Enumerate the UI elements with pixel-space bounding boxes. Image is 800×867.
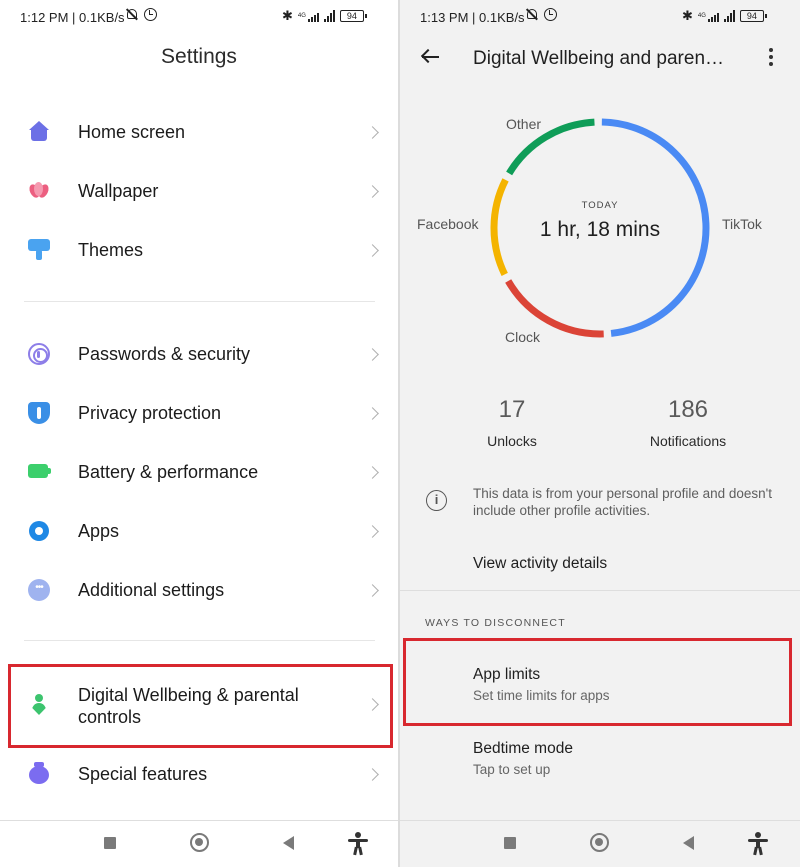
navigation-bar (0, 820, 398, 867)
shield-icon (28, 402, 50, 424)
notifications-count: 186 (667, 396, 709, 423)
network-type: 4G (697, 13, 706, 19)
segment-label-clock: Clock (505, 329, 541, 345)
chevron-right-icon (366, 125, 379, 139)
settings-item-home-screen[interactable]: Home screen (0, 103, 398, 161)
status-bar: 1:12 PM | 0.1KB/s ✱ 4G 94 (0, 0, 398, 34)
chevron-right-icon (366, 347, 379, 361)
status-time: 1:12 PM | 0.1KB/s (20, 10, 125, 25)
chevron-right-icon (366, 184, 379, 198)
bluetooth-icon: ✱ (682, 8, 693, 23)
total-screen-time: 1 hr, 18 mins (539, 218, 661, 241)
back-button[interactable] (283, 836, 294, 850)
settings-item-wallpaper[interactable]: Wallpaper (0, 162, 398, 220)
signal-icon-2 (323, 10, 335, 22)
back-button[interactable] (683, 836, 694, 850)
settings-item-label: Passwords & security (78, 343, 251, 364)
view-activity-details-link[interactable]: View activity details (473, 555, 607, 573)
accessibility-icon[interactable] (748, 832, 768, 856)
signal-icon-2 (723, 10, 735, 22)
battery-indicator: 94 (739, 10, 767, 22)
bedtime-mode-subtitle: Tap to set up (473, 762, 551, 777)
status-time: 1:13 PM | 0.1KB/s (420, 10, 525, 25)
highlight-box (403, 638, 792, 726)
navigation-bar (400, 820, 800, 867)
chevron-right-icon (366, 406, 379, 420)
status-left-icons (125, 8, 157, 21)
section-divider (24, 301, 375, 302)
settings-item-privacy-protection[interactable]: Privacy protection (0, 384, 398, 442)
more-dots-icon (28, 579, 50, 601)
bedtime-mode-row[interactable]: Bedtime mode Tap to set up (400, 728, 800, 792)
settings-item-label: Additional settings (78, 579, 225, 600)
settings-item-battery-performance[interactable]: Battery & performance (0, 443, 398, 501)
settings-item-passwords-security[interactable]: Passwords & security (0, 325, 398, 383)
settings-item-label: Battery & performance (78, 461, 259, 482)
alarm-icon (144, 8, 157, 21)
page-title: Settings (161, 45, 237, 68)
highlight-box (8, 664, 393, 748)
page-title: Digital Wellbeing and paren… (473, 48, 725, 69)
segment-label-other: Other (506, 116, 542, 132)
settings-item-label: Privacy protection (78, 402, 222, 423)
settings-screen: 1:12 PM | 0.1KB/s ✱ 4G 94 Settings Home … (0, 0, 398, 867)
recents-button[interactable] (104, 837, 116, 849)
alarm-icon (544, 8, 557, 21)
chevron-right-icon (366, 465, 379, 479)
signal-icon (307, 10, 319, 22)
fingerprint-icon (28, 343, 50, 365)
digital-wellbeing-screen: 1:13 PM | 0.1KB/s ✱ 4G 94 Digital Wellbe… (400, 0, 800, 867)
settings-item-additional-settings[interactable]: Additional settings (0, 561, 398, 619)
settings-item-themes[interactable]: Themes (0, 221, 398, 279)
chevron-right-icon (366, 583, 379, 597)
themes-icon (28, 239, 50, 261)
settings-item-label: Apps (78, 520, 120, 541)
recents-button[interactable] (504, 837, 516, 849)
network-type: 4G (297, 13, 306, 19)
donut-segment-clock[interactable] (505, 279, 604, 338)
bedtime-mode-title: Bedtime mode (473, 740, 573, 757)
more-options-icon[interactable] (768, 48, 774, 68)
bluetooth-icon: ✱ (282, 8, 293, 23)
mute-icon (525, 8, 539, 21)
settings-item-label: Wallpaper (78, 180, 159, 201)
signal-icon (707, 10, 719, 22)
settings-item-label: Themes (78, 239, 144, 260)
special-features-icon (28, 762, 50, 784)
profile-info-text: This data is from your personal profile … (473, 486, 772, 518)
section-divider (24, 640, 375, 641)
settings-item-apps[interactable]: Apps (0, 502, 398, 560)
status-left-icons (525, 8, 557, 21)
info-icon: i (426, 490, 447, 511)
accessibility-icon[interactable] (348, 832, 368, 856)
gear-icon (28, 520, 50, 542)
status-bar: 1:13 PM | 0.1KB/s ✱ 4G 94 (400, 0, 800, 34)
section-divider (400, 590, 800, 591)
status-right-icons: ✱ 4G 94 (282, 8, 367, 24)
home-icon (28, 121, 50, 143)
chevron-right-icon (366, 524, 379, 538)
today-label: TODAY (581, 200, 619, 211)
status-right-icons: ✱ 4G 94 (682, 8, 767, 24)
wallpaper-icon (27, 180, 51, 202)
chevron-right-icon (366, 767, 379, 781)
settings-item-label: Home screen (78, 121, 186, 142)
unlocks-count: 17 (498, 396, 526, 423)
chevron-right-icon (366, 243, 379, 257)
section-header: WAYS TO DISCONNECT (425, 617, 566, 629)
mute-icon (125, 8, 139, 21)
notifications-label: Notifications (649, 433, 727, 449)
battery-icon (28, 460, 51, 482)
home-button[interactable] (590, 833, 609, 852)
back-arrow-icon[interactable] (420, 47, 440, 67)
app-bar: Digital Wellbeing and paren… (400, 34, 800, 84)
battery-indicator: 94 (339, 10, 367, 22)
unlocks-label: Unlocks (487, 433, 537, 449)
settings-item-label: Special features (78, 763, 208, 784)
home-button[interactable] (190, 833, 209, 852)
settings-item-special-features[interactable]: Special features (0, 745, 398, 803)
